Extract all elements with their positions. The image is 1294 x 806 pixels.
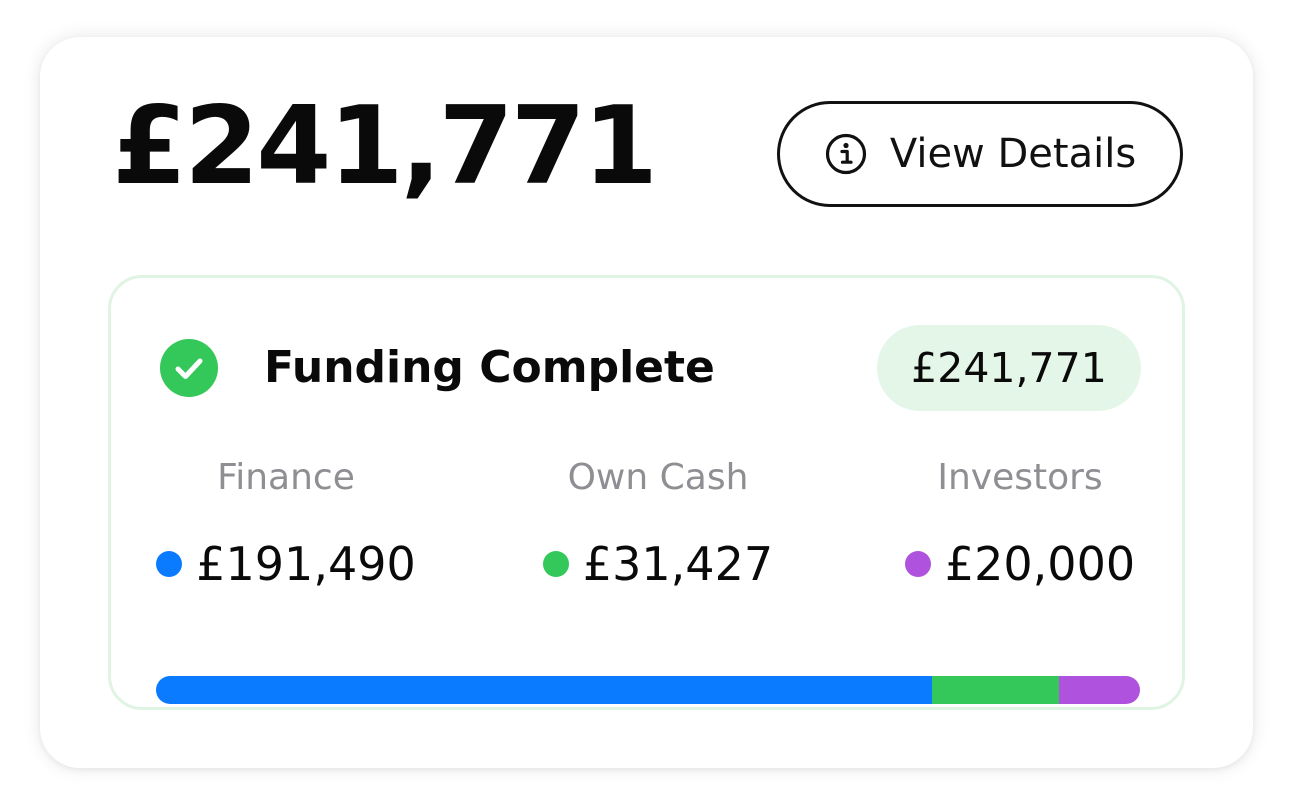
funding-status-amount-badge: £241,771	[877, 325, 1141, 411]
check-circle-icon	[160, 339, 218, 397]
funding-summary-card: £241,771 View Details Funding Complete £…	[40, 37, 1253, 768]
funding-source-value: £20,000	[870, 536, 1170, 592]
legend-dot-icon	[156, 551, 183, 577]
funding-source-label: Investors	[937, 457, 1103, 498]
bar-segment-finance	[156, 676, 932, 704]
bar-segment-investors	[1058, 676, 1140, 704]
total-amount: £241,771	[112, 84, 658, 209]
view-details-button[interactable]: View Details	[777, 101, 1183, 207]
info-circle-icon	[824, 132, 868, 176]
funding-source-own-cash: Own Cash £31,427	[508, 456, 808, 592]
funding-source-value: £191,490	[136, 536, 436, 592]
funding-source-amount: £31,427	[582, 537, 774, 591]
funding-source-amount: £191,490	[196, 537, 416, 591]
funding-source-label: Finance	[217, 457, 355, 498]
funding-breakdown-bar	[156, 676, 1140, 704]
legend-dot-icon	[904, 551, 931, 577]
funding-source-finance: Finance £191,490	[136, 456, 436, 592]
funding-source-label: Own Cash	[567, 457, 749, 498]
funding-source-amount: £20,000	[944, 537, 1136, 591]
bar-segment-own-cash	[931, 676, 1059, 704]
view-details-label: View Details	[889, 131, 1137, 177]
funding-panel: Funding Complete £241,771 Finance £191,4…	[108, 275, 1185, 710]
funding-status-title: Funding Complete	[264, 342, 715, 393]
funding-source-investors: Investors £20,000	[870, 456, 1170, 592]
legend-dot-icon	[542, 551, 569, 577]
funding-source-value: £31,427	[508, 536, 808, 592]
